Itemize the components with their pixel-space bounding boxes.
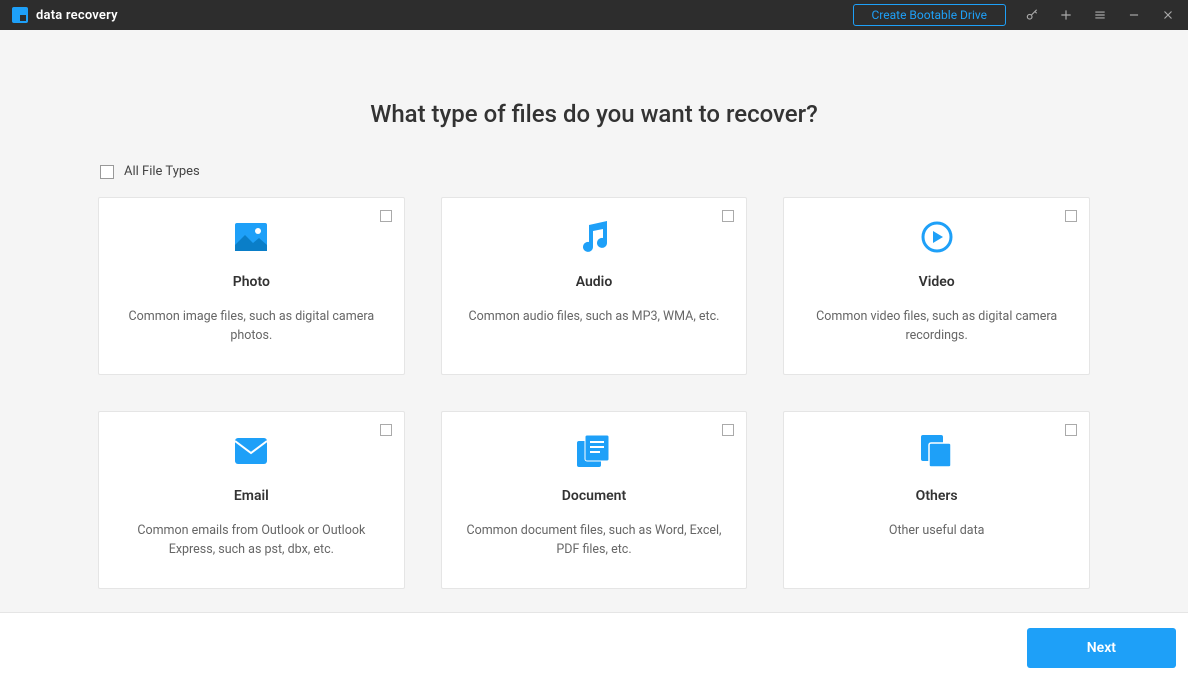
all-file-types-label: All File Types xyxy=(124,164,200,179)
app-title: data recovery xyxy=(36,8,118,23)
mail-icon xyxy=(235,434,267,468)
main-content: What type of files do you want to recove… xyxy=(0,30,1188,612)
page-title: What type of files do you want to recove… xyxy=(370,100,818,128)
card-email-desc: Common emails from Outlook or Outlook Ex… xyxy=(115,522,388,560)
card-video-checkbox[interactable] xyxy=(1065,210,1077,222)
card-email[interactable]: Email Common emails from Outlook or Outl… xyxy=(98,411,405,589)
document-icon xyxy=(577,434,611,468)
footer: Next xyxy=(0,612,1188,682)
card-document-title: Document xyxy=(562,488,626,504)
card-email-title: Email xyxy=(234,488,269,504)
minimize-icon[interactable] xyxy=(1126,7,1142,23)
card-photo[interactable]: Photo Common image files, such as digita… xyxy=(98,197,405,375)
card-others-checkbox[interactable] xyxy=(1065,424,1077,436)
card-photo-title: Photo xyxy=(233,274,270,290)
card-document[interactable]: Document Common document files, such as … xyxy=(441,411,748,589)
all-file-types-checkbox[interactable] xyxy=(100,165,114,179)
create-bootable-drive-button[interactable]: Create Bootable Drive xyxy=(853,4,1007,26)
card-others[interactable]: Others Other useful data xyxy=(783,411,1090,589)
card-photo-checkbox[interactable] xyxy=(380,210,392,222)
card-others-title: Others xyxy=(916,488,958,504)
card-others-desc: Other useful data xyxy=(881,522,993,541)
card-audio[interactable]: Audio Common audio files, such as MP3, W… xyxy=(441,197,748,375)
key-icon[interactable] xyxy=(1024,7,1040,23)
titlebar: data recovery Create Bootable Drive xyxy=(0,0,1188,30)
card-audio-checkbox[interactable] xyxy=(722,210,734,222)
play-icon xyxy=(921,220,953,254)
card-audio-title: Audio xyxy=(576,274,613,290)
music-icon xyxy=(579,220,609,254)
close-icon[interactable] xyxy=(1160,7,1176,23)
card-photo-desc: Common image files, such as digital came… xyxy=(115,308,388,346)
card-document-checkbox[interactable] xyxy=(722,424,734,436)
titlebar-right: Create Bootable Drive xyxy=(853,4,1177,26)
plus-icon[interactable] xyxy=(1058,7,1074,23)
next-button[interactable]: Next xyxy=(1027,628,1176,668)
all-file-types-row[interactable]: All File Types xyxy=(98,164,1090,179)
app-logo-icon xyxy=(12,7,28,23)
card-video[interactable]: Video Common video files, such as digita… xyxy=(783,197,1090,375)
card-document-desc: Common document files, such as Word, Exc… xyxy=(458,522,731,560)
card-video-desc: Common video files, such as digital came… xyxy=(800,308,1073,346)
card-email-checkbox[interactable] xyxy=(380,424,392,436)
menu-icon[interactable] xyxy=(1092,7,1108,23)
titlebar-left: data recovery xyxy=(12,7,118,23)
card-audio-desc: Common audio files, such as MP3, WMA, et… xyxy=(461,308,728,327)
image-icon xyxy=(235,220,267,254)
card-video-title: Video xyxy=(919,274,955,290)
file-type-grid: Photo Common image files, such as digita… xyxy=(98,197,1090,589)
copy-icon xyxy=(921,434,953,468)
